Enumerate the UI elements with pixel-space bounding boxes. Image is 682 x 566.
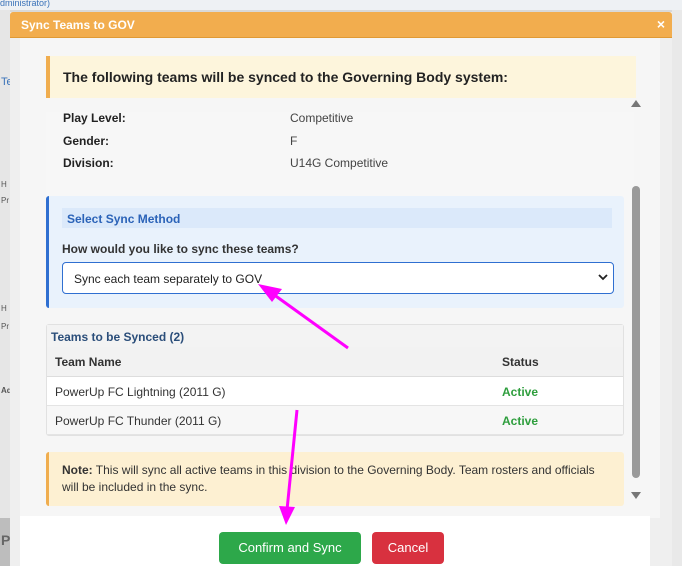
status-badge: Active bbox=[502, 414, 539, 428]
sync-method-select[interactable]: Sync each team separately to GOV bbox=[62, 262, 614, 294]
scroll-down-icon[interactable] bbox=[631, 492, 641, 499]
sync-method-question: How would you like to sync these teams? bbox=[62, 242, 299, 256]
note-body: This will sync all active teams in this … bbox=[62, 463, 595, 494]
chevron-down-icon bbox=[598, 274, 608, 281]
teams-to-sync-card: Teams to be Synced (2) Team Name Status … bbox=[46, 324, 624, 436]
info-label: Gender: bbox=[63, 134, 110, 148]
modal-footer: Confirm and Sync Cancel bbox=[20, 516, 650, 566]
background-fragment: Pr bbox=[1, 322, 9, 331]
sync-method-card: Select Sync Method How would you like to… bbox=[46, 196, 624, 308]
intro-text: The following teams will be synced to th… bbox=[63, 69, 508, 85]
close-icon[interactable]: × bbox=[657, 16, 665, 32]
background-fragment: Pr bbox=[1, 196, 9, 205]
note-label: Note: bbox=[62, 463, 93, 477]
background-fragment: H bbox=[1, 304, 7, 313]
background-page-right bbox=[672, 10, 682, 566]
table-header-row: Team Name Status bbox=[47, 347, 623, 377]
column-header-status: Status bbox=[502, 355, 539, 369]
table-row: PowerUp FC Lightning (2011 G) Active bbox=[47, 377, 623, 406]
status-badge: Active bbox=[502, 385, 539, 399]
info-value: U14G Competitive bbox=[290, 156, 389, 170]
info-value: Competitive bbox=[290, 112, 354, 125]
info-label: Division: bbox=[63, 156, 114, 170]
column-header-team-name: Team Name bbox=[55, 355, 122, 369]
background-fragment: H bbox=[1, 180, 7, 189]
modal-header: Sync Teams to GOV × bbox=[10, 12, 672, 38]
team-name: PowerUp FC Lightning (2011 G) bbox=[55, 385, 226, 399]
sync-method-header: Select Sync Method bbox=[62, 208, 612, 228]
confirm-and-sync-button[interactable]: Confirm and Sync bbox=[219, 532, 361, 564]
teams-header: Teams to be Synced (2) bbox=[47, 325, 623, 347]
note-banner: Note: This will sync all active teams in… bbox=[46, 452, 624, 506]
scroll-up-icon[interactable] bbox=[631, 100, 641, 107]
info-label: Play Level: bbox=[63, 112, 126, 125]
teams-title: Teams to be Synced (2) bbox=[51, 330, 185, 344]
info-value: F bbox=[290, 134, 298, 148]
modal-title: Sync Teams to GOV bbox=[21, 18, 135, 32]
team-name: PowerUp FC Thunder (2011 G) bbox=[55, 414, 222, 428]
background-admin-text: dministrator) bbox=[0, 0, 51, 8]
cancel-button[interactable]: Cancel bbox=[372, 532, 444, 564]
sync-method-title: Select Sync Method bbox=[67, 212, 181, 226]
scroll-thumb[interactable] bbox=[632, 186, 640, 478]
background-page-left bbox=[0, 10, 10, 566]
intro-banner: The following teams will be synced to th… bbox=[46, 56, 636, 98]
modal-body[interactable]: The following teams will be synced to th… bbox=[20, 38, 660, 518]
note-text: Note: This will sync all active teams in… bbox=[62, 462, 602, 496]
table-row: PowerUp FC Thunder (2011 G) Active bbox=[47, 406, 623, 435]
background-page-top bbox=[0, 0, 682, 10]
sync-teams-modal: Sync Teams to GOV × The following teams … bbox=[10, 12, 672, 566]
background-fragment: P bbox=[1, 532, 11, 548]
sync-method-selected-value: Sync each team separately to GOV bbox=[74, 272, 263, 286]
modal-scrollbar[interactable] bbox=[630, 100, 642, 499]
